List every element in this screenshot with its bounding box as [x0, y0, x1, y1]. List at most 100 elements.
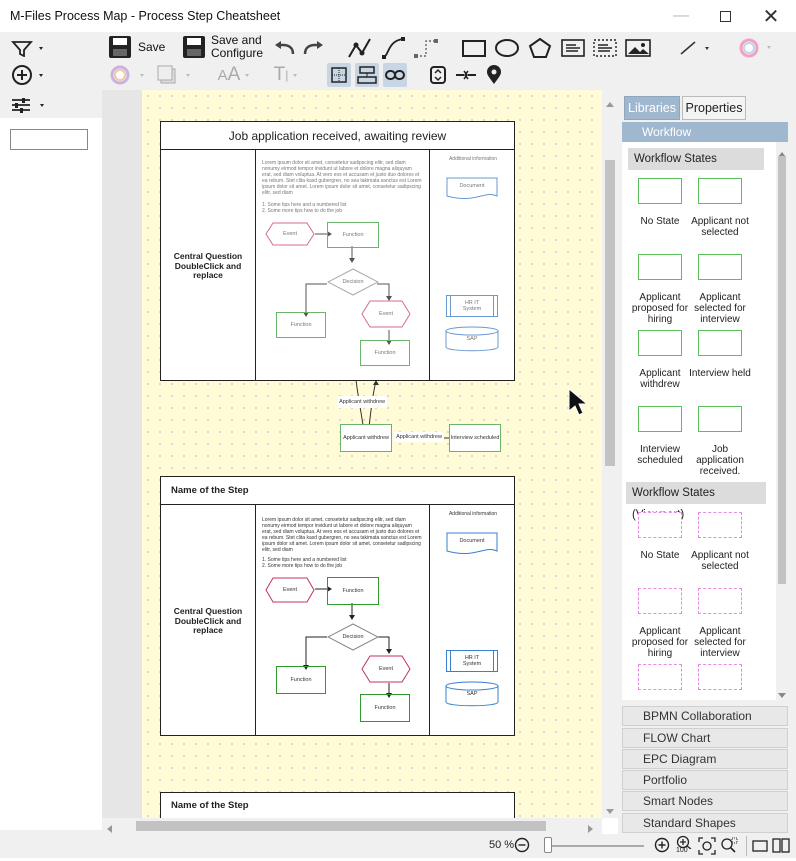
viewport-state-item[interactable]: Applicant proposed for hiring [628, 588, 692, 660]
workflow-state-item[interactable]: Applicant withdrew [628, 330, 692, 402]
decision-shape[interactable]: Decision [327, 268, 379, 296]
polyline-icon[interactable] [346, 36, 374, 60]
process-step-lane-2[interactable]: Name of the Step Central Question Double… [160, 476, 515, 736]
font-size-icon[interactable]: AA [214, 63, 258, 87]
viewport-state-shape[interactable] [638, 588, 682, 614]
undo-icon[interactable] [272, 38, 298, 58]
workflow-state-item[interactable]: Interview held [688, 330, 752, 402]
scroll-right-icon[interactable] [588, 822, 596, 833]
library-portfolio[interactable]: Portfolio [622, 770, 788, 790]
library-epc-diagram[interactable]: EPC Diagram [622, 749, 788, 769]
minimize-button[interactable]: — [658, 0, 704, 32]
function-shape-3[interactable]: Function [360, 340, 410, 366]
event-shape-2[interactable]: Event [361, 655, 411, 683]
viewport-state-shape[interactable] [698, 588, 742, 614]
viewport-state-shape[interactable] [698, 512, 742, 538]
rectangle-icon[interactable] [460, 37, 488, 59]
function-shape-3[interactable]: Function [360, 694, 410, 722]
viewport-states-header[interactable]: Workflow States (Viewport) [626, 482, 766, 521]
align-icon[interactable] [355, 63, 379, 87]
diagram-page[interactable]: Job application received, awaiting revie… [142, 90, 602, 818]
central-question[interactable]: Central Question DoubleClick and replace [165, 251, 251, 281]
panel-scroll-thumb[interactable] [778, 156, 786, 584]
save-configure-icon[interactable] [180, 34, 208, 60]
zoom-in-icon[interactable] [654, 837, 670, 853]
zoom-slider-thumb[interactable] [544, 837, 552, 853]
library-standard-shapes[interactable]: Standard Shapes [622, 813, 788, 833]
workflow-state-shape[interactable] [698, 330, 742, 356]
step-title-3[interactable]: Name of the Step [161, 793, 514, 818]
workflow-state-item[interactable]: Job application received. [688, 406, 752, 478]
viewport-state-shape[interactable] [698, 664, 742, 690]
event-shape[interactable]: Event [265, 577, 315, 603]
function-shape-2[interactable]: Function [276, 666, 326, 694]
grid-toggle-icon[interactable] [327, 63, 351, 87]
viewport-state-item[interactable]: No State [628, 512, 692, 584]
event-shape-2[interactable]: Event [361, 300, 411, 328]
document-shape-2[interactable]: Document [446, 532, 498, 556]
step-title[interactable]: Job application received, awaiting revie… [161, 122, 514, 150]
viewport-state-shape[interactable] [638, 664, 682, 690]
line-style-icon[interactable] [676, 38, 716, 58]
zoom-out-icon[interactable] [514, 837, 530, 853]
workflow-state-shape[interactable] [638, 330, 682, 356]
database-shape-2[interactable]: SAP [445, 681, 499, 707]
collapse-icon[interactable] [454, 63, 478, 87]
image-icon[interactable] [624, 37, 652, 59]
workflow-library-header[interactable]: Workflow [622, 122, 788, 142]
function-shape[interactable]: Function [327, 222, 379, 248]
viewport-state-shape[interactable] [638, 512, 682, 538]
polygon-icon[interactable] [526, 36, 554, 60]
fill-color-icon[interactable] [106, 63, 150, 87]
workflow-state-shape[interactable] [638, 254, 682, 280]
text-frame-icon[interactable] [592, 37, 618, 59]
save-configure-button[interactable]: Save and Configure [211, 34, 263, 60]
zoom-100-icon[interactable]: 100 [676, 835, 694, 857]
workflow-state-item[interactable]: Applicant not selected [688, 178, 752, 250]
vertical-scrollbar[interactable] [602, 90, 618, 818]
workflow-states-header[interactable]: Workflow States [628, 148, 764, 170]
diagram-canvas[interactable]: Job application received, awaiting revie… [102, 90, 618, 818]
step-title-2[interactable]: Name of the Step [161, 477, 514, 505]
settings-sliders-icon[interactable] [8, 94, 48, 116]
orthogonal-connector-icon[interactable] [412, 36, 440, 60]
zoom-slider-track[interactable] [546, 845, 644, 847]
workflow-state-shape[interactable] [698, 254, 742, 280]
scroll-up-icon[interactable] [606, 96, 614, 107]
panel-scrollbar[interactable] [776, 142, 788, 700]
workflow-state-shape[interactable] [638, 178, 682, 204]
save-button[interactable]: Save [138, 41, 165, 54]
document-shape[interactable]: Document [446, 177, 498, 201]
save-icon[interactable] [106, 34, 134, 60]
scroll-down-icon[interactable] [606, 804, 614, 814]
color-wheel-icon[interactable] [736, 37, 778, 59]
horizontal-scrollbar[interactable] [102, 818, 602, 834]
location-pin-icon[interactable] [482, 63, 506, 87]
workflow-state-shape[interactable] [638, 406, 682, 432]
library-bpmn-collaboration[interactable]: BPMN Collaboration [622, 706, 788, 726]
maximize-button[interactable] [702, 0, 748, 32]
ellipse-icon[interactable] [493, 37, 521, 59]
it-system-shape[interactable]: HR IT System [446, 295, 498, 317]
expand-icon[interactable] [426, 63, 450, 87]
workflow-state-item[interactable]: Interview scheduled [628, 406, 692, 478]
add-icon[interactable] [8, 64, 48, 86]
shadow-icon[interactable] [152, 63, 196, 87]
scroll-left-icon[interactable] [106, 822, 114, 833]
filter-icon[interactable] [8, 38, 48, 58]
workflow-state-item[interactable]: Applicant proposed for hiring [628, 254, 692, 326]
text-format-icon[interactable]: T | [266, 63, 310, 87]
panel-scroll-down-icon[interactable] [778, 688, 786, 698]
state-applicant-withdrew[interactable]: Applicant withdrew [340, 424, 392, 452]
workflow-state-shape[interactable] [698, 406, 742, 432]
decision-shape[interactable]: Decision [327, 623, 379, 651]
central-question-2[interactable]: Central Question DoubleClick and replace [165, 606, 251, 636]
tab-libraries[interactable]: Libraries [624, 96, 680, 120]
it-system-shape-2[interactable]: HR IT System [446, 650, 498, 672]
library-smart-nodes[interactable]: Smart Nodes [622, 791, 788, 811]
zoom-fit-icon[interactable] [698, 837, 716, 855]
zoom-selection-icon[interactable] [720, 837, 738, 855]
tab-properties[interactable]: Properties [682, 96, 746, 120]
transition-label-2[interactable]: Applicant withdrew [394, 432, 444, 442]
text-block-icon[interactable] [560, 37, 586, 59]
